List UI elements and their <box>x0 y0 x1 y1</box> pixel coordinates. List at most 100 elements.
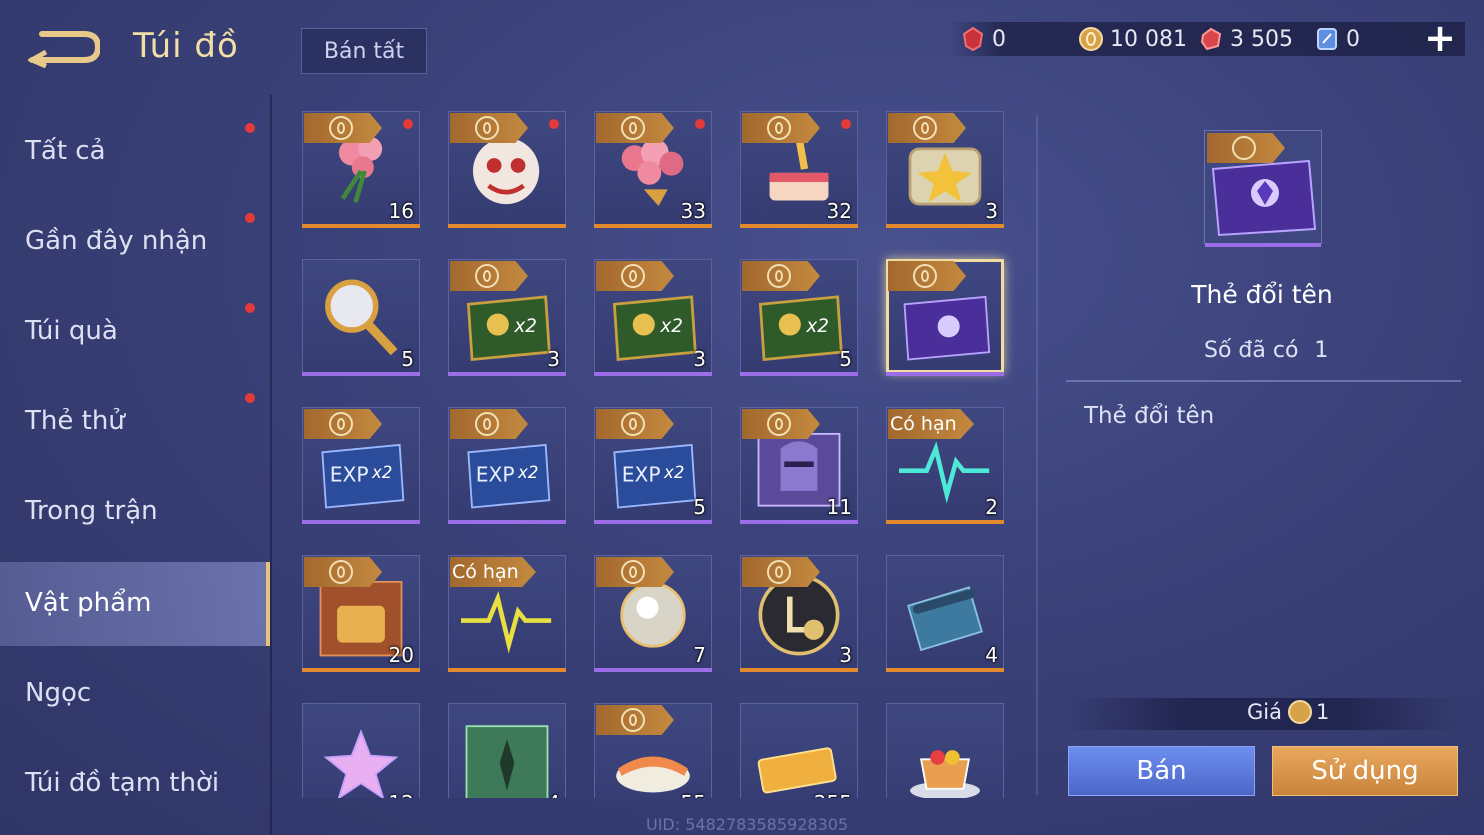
coin-tag <box>742 409 820 439</box>
item-slot[interactable]: 4 <box>886 555 1004 673</box>
rarity-bar <box>448 668 566 672</box>
page-title: Túi đồ <box>133 26 239 66</box>
anniversary-ticket-icon <box>757 747 837 794</box>
item-slot[interactable]: EXP x2 5 <box>594 407 712 525</box>
item-slot[interactable]: 3 <box>740 555 858 673</box>
ruby-currency: 3 505 <box>1198 22 1293 56</box>
item-quantity: 55 <box>681 791 706 798</box>
sell-button[interactable]: Bán <box>1068 746 1255 796</box>
item-slot[interactable]: 5 <box>302 259 420 377</box>
sidebar-item-label: Trong trận <box>25 496 158 526</box>
sidebar-item-trial-cards[interactable]: Thẻ thử <box>0 380 270 464</box>
red-token-icon <box>962 26 984 52</box>
rarity-bar <box>448 224 566 228</box>
item-slot[interactable]: 7 <box>594 555 712 673</box>
coin-tag <box>1207 133 1285 163</box>
coin-icon <box>475 264 499 288</box>
sell-price: Giá 1 <box>1247 700 1329 724</box>
item-slot[interactable]: 12 <box>302 703 420 798</box>
limited-tag: Có hạn <box>888 409 974 439</box>
top-bar: Túi đồ Bán tất 0 10 081 3 505 0 + <box>0 0 1484 95</box>
item-quantity: 2 <box>985 495 998 519</box>
rarity-bar <box>302 668 420 672</box>
item-slot[interactable]: 11 <box>740 407 858 525</box>
coin-icon <box>329 560 353 584</box>
tea-cup-icon <box>910 750 980 798</box>
sidebar-item-temporary-bag[interactable]: Túi đồ tạm thời <box>0 742 270 826</box>
item-slot[interactable]: 16 <box>302 111 420 229</box>
rarity-bar <box>448 372 566 376</box>
item-quantity: 5 <box>839 347 852 371</box>
owned-value: 1 <box>1314 338 1329 363</box>
rarity-bar <box>1205 243 1321 247</box>
item-slot[interactable] <box>448 111 566 229</box>
coin-tag <box>304 409 382 439</box>
item-slot[interactable]: x2 5 <box>740 259 858 377</box>
sell-all-button[interactable]: Bán tất <box>301 28 427 74</box>
sidebar-item-items[interactable]: Vật phẩm <box>0 562 270 646</box>
item-slot[interactable]: 3 <box>886 111 1004 229</box>
blue-card-currency: 0 <box>1314 22 1360 56</box>
rarity-bar <box>740 372 858 376</box>
item-quantity: 3 <box>693 347 706 371</box>
sidebar-item-in-match[interactable]: Trong trận <box>0 470 270 554</box>
item-slot[interactable]: Có hạn <box>448 555 566 673</box>
add-currency-button[interactable]: + <box>1424 19 1456 57</box>
item-slot[interactable]: 33 <box>594 111 712 229</box>
item-slot[interactable]: EXP x2 <box>302 407 420 525</box>
item-slot[interactable]: EXP x2 <box>448 407 566 525</box>
ruby-icon <box>1200 27 1222 51</box>
item-slot[interactable]: 20 <box>302 555 420 673</box>
coin-icon <box>621 412 645 436</box>
item-quantity: 4 <box>547 791 560 798</box>
item-slot[interactable]: 55 <box>594 703 712 798</box>
notification-dot <box>245 393 255 403</box>
svg-text:x2: x2 <box>513 316 537 337</box>
svg-text:x2: x2 <box>659 316 683 337</box>
ruby-value: 3 505 <box>1230 26 1293 52</box>
use-button[interactable]: Sử dụng <box>1272 746 1458 796</box>
notification-dot <box>695 119 705 129</box>
item-slot[interactable]: 4 <box>448 703 566 798</box>
green-emblem-icon <box>465 725 549 798</box>
gold-coin-currency: 10 081 <box>1078 22 1187 56</box>
item-slot[interactable]: x2 3 <box>448 259 566 377</box>
sidebar-item-all[interactable]: Tất cả <box>0 110 270 194</box>
currency-bar: 0 10 081 3 505 0 <box>950 22 1465 56</box>
coin-icon <box>767 264 791 288</box>
item-slot[interactable]: Có hạn 2 <box>886 407 1004 525</box>
rarity-bar <box>302 520 420 524</box>
notification-dot <box>841 119 851 129</box>
item-slot[interactable]: x2 3 <box>594 259 712 377</box>
back-arrow-icon[interactable] <box>26 26 102 69</box>
rarity-bar <box>886 668 1004 672</box>
sidebar-item-gift-bags[interactable]: Túi quà <box>0 290 270 374</box>
item-quantity: 5 <box>401 347 414 371</box>
rarity-bar <box>448 520 566 524</box>
coin-icon <box>475 116 499 140</box>
sidebar-item-gems[interactable]: Ngọc <box>0 652 270 736</box>
coin-icon <box>621 264 645 288</box>
coin-tag <box>742 261 820 291</box>
limited-tag: Có hạn <box>450 557 536 587</box>
svg-text:x2: x2 <box>805 316 829 337</box>
gold-coin-icon <box>1079 27 1103 51</box>
coin-icon <box>621 560 645 584</box>
item-slot[interactable] <box>886 703 1004 798</box>
notification-dot <box>549 119 559 129</box>
item-slot[interactable]: 32 <box>740 111 858 229</box>
item-slot[interactable]: 255 <box>740 703 858 798</box>
sidebar-item-label: Gần đây nhận <box>25 226 208 256</box>
rarity-bar <box>886 520 1004 524</box>
item-quantity: 3 <box>985 199 998 223</box>
sidebar-item-recent[interactable]: Gần đây nhận <box>0 200 270 284</box>
coin-tag <box>742 557 820 587</box>
item-quantity: 3 <box>547 347 560 371</box>
coin-tag <box>596 409 674 439</box>
svg-text:EXP: EXP <box>476 463 515 487</box>
item-slot[interactable] <box>886 259 1004 377</box>
rarity-bar <box>886 224 1004 228</box>
item-quantity: 255 <box>814 791 852 798</box>
gold-coin-value: 10 081 <box>1110 26 1187 52</box>
coin-tag <box>742 113 820 143</box>
